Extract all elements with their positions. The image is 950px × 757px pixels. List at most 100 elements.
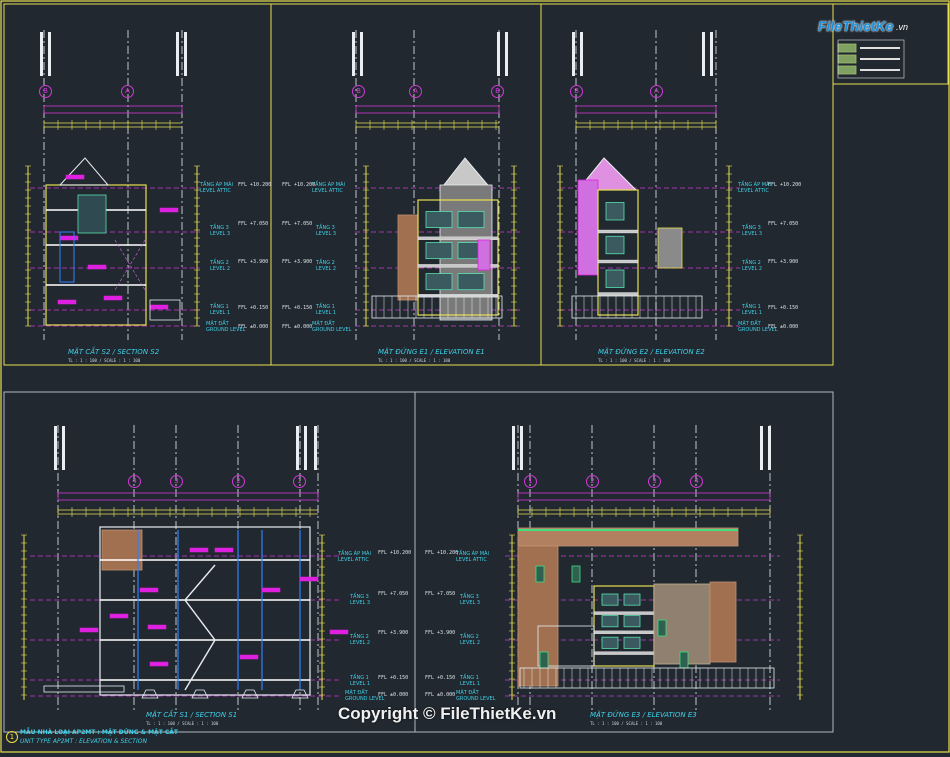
level-3-en: LEVEL 3 <box>742 231 763 237</box>
level-1-en: LEVEL 1 <box>350 681 371 687</box>
grid-marker-bar <box>768 426 771 470</box>
level-3-en: LEVEL 3 <box>350 600 371 606</box>
scale-elevation-e1: TL : 1 : 100 / SCALE : 1 : 100 <box>378 358 451 363</box>
level-attic-en: LEVEL ATTIC <box>338 557 369 563</box>
level-2-en: LEVEL 2 <box>742 266 763 272</box>
window <box>77 194 107 234</box>
grid-bubble-b: B <box>39 85 52 98</box>
grid-bubble-2: 2 <box>232 475 245 488</box>
dimension-band <box>43 105 183 114</box>
ffl-level-1: FFL +0.150 <box>768 305 799 311</box>
roof-gable <box>58 157 110 186</box>
window <box>457 273 485 291</box>
grid-marker-bar <box>505 32 508 76</box>
ffl-level-3: FFL +7.050 <box>768 221 799 227</box>
grid-marker-bar <box>176 32 179 76</box>
floor-slab <box>417 236 499 240</box>
window <box>601 615 619 628</box>
furniture-marker <box>159 207 179 213</box>
furniture-marker <box>103 295 123 301</box>
copyright-watermark: Copyright © FileThietKe.vn <box>338 704 557 723</box>
level-1-en: LEVEL 1 <box>460 681 481 687</box>
scale-elevation-e3: TL : 1 : 100 / SCALE : 1 : 100 <box>590 721 663 726</box>
grid-marker-bar <box>572 32 575 76</box>
magenta-facade <box>577 179 599 276</box>
grid-marker-bar <box>62 426 65 470</box>
level-attic-en: LEVEL ATTIC <box>200 188 231 194</box>
ffl-level-1: FFL +0.150 <box>282 305 313 311</box>
ffl-level-2: FFL +3.900 <box>425 630 456 636</box>
ffl-level-2: FFL +3.900 <box>282 259 313 265</box>
furniture-marker <box>239 654 259 660</box>
tree-symbol <box>535 565 545 583</box>
legend-line <box>860 58 900 60</box>
furniture-marker <box>57 299 77 305</box>
tree-symbol <box>571 565 581 583</box>
grid-bubble-b: B <box>352 85 365 98</box>
dimension-band <box>575 105 717 114</box>
grid-marker-bar <box>520 426 523 470</box>
ffl-level-1: FFL +0.150 <box>378 675 409 681</box>
diagonal-mark <box>114 239 146 291</box>
grid-marker-bar <box>296 426 299 470</box>
grid-marker-bar <box>702 32 705 76</box>
level-ground-en: GROUND LEVEL <box>312 327 352 333</box>
footing <box>141 689 159 699</box>
grid-marker-bar <box>54 426 57 470</box>
grid-marker-bar <box>580 32 583 76</box>
level-attic-en: LEVEL ATTIC <box>738 188 769 194</box>
grid-bubble-3: 3 <box>170 475 183 488</box>
window <box>623 636 641 649</box>
furniture-marker <box>65 174 85 180</box>
level-attic-en: LEVEL ATTIC <box>456 557 487 563</box>
tree-symbol <box>539 651 549 669</box>
ffl-ground: FFL ±0.000 <box>768 324 799 330</box>
ground-slab <box>43 685 125 693</box>
furniture-marker <box>109 613 129 619</box>
filethietke-logo: FileThietKe .vn <box>812 12 936 42</box>
furniture-marker <box>214 547 234 553</box>
furniture-marker <box>261 587 281 593</box>
level-ground-en: GROUND LEVEL <box>456 696 496 702</box>
level-3-en: LEVEL 3 <box>210 231 231 237</box>
ffl-attic: FFL +10.200 <box>238 182 272 188</box>
floor-slab <box>597 259 639 264</box>
grid-marker-bar <box>314 426 317 470</box>
logo-brand: FileThietKe <box>818 18 894 34</box>
window <box>623 615 641 628</box>
grid-bubble-1: 1 <box>524 475 537 488</box>
legend-swatch <box>837 54 857 64</box>
furniture-marker <box>87 264 107 270</box>
furniture-marker <box>147 624 167 630</box>
brick-column <box>397 214 419 301</box>
grid-bubble-b: B <box>570 85 583 98</box>
window <box>457 211 485 229</box>
window <box>605 235 625 255</box>
furniture-marker <box>149 304 169 310</box>
grid-bubble-3: 3 <box>648 475 661 488</box>
ffl-ground: FFL ±0.000 <box>282 324 313 330</box>
furniture-marker <box>79 627 99 633</box>
level-1-en: LEVEL 1 <box>210 310 231 316</box>
scale-section-s1: TL : 1 : 100 / SCALE : 1 : 100 <box>146 721 219 726</box>
ffl-ground: FFL ±0.000 <box>378 692 409 698</box>
ffl-level-2: FFL +3.900 <box>238 259 269 265</box>
level-3-en: LEVEL 3 <box>316 231 337 237</box>
furniture-marker <box>139 587 159 593</box>
grid-marker-bar <box>184 32 187 76</box>
cad-drawing-sheet: FileThietKe .vn MẶT CẮT S2 / SECTION S2 … <box>0 0 950 753</box>
furniture-marker <box>189 547 209 553</box>
legend-line <box>860 69 900 71</box>
grid-marker-bar <box>497 32 500 76</box>
grid-marker-bar <box>710 32 713 76</box>
window <box>601 636 619 649</box>
floor-slab <box>597 229 639 234</box>
level-1-en: LEVEL 1 <box>742 310 763 316</box>
grid-marker-bar <box>304 426 307 470</box>
level-3-en: LEVEL 3 <box>460 600 481 606</box>
ffl-attic: FFL +10.200 <box>378 550 412 556</box>
ffl-attic: FFL +10.200 <box>425 550 459 556</box>
footing <box>191 689 209 699</box>
level-2-en: LEVEL 2 <box>316 266 337 272</box>
grid-marker-bar <box>48 32 51 76</box>
